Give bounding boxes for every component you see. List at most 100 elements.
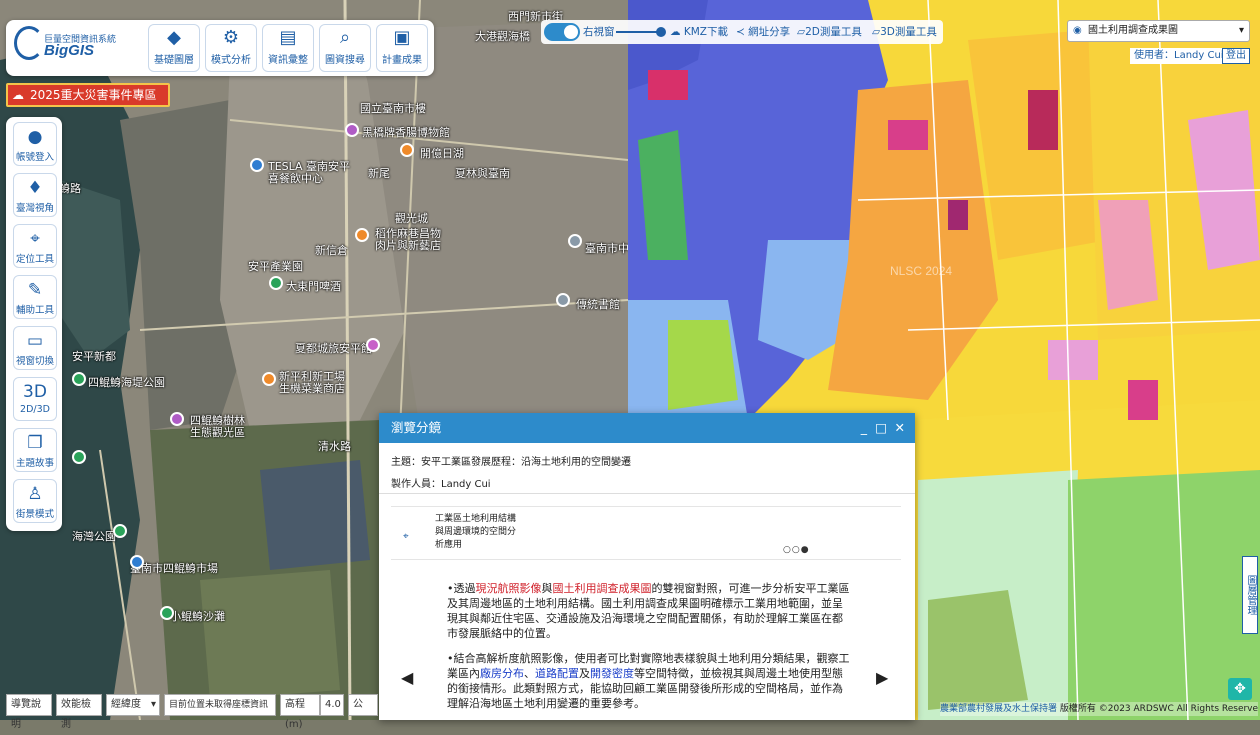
- poi-marker[interactable]: [400, 143, 414, 157]
- dialog-theme: 主題：安平工業區發展歷程：沿海土地利用的空間變遷: [391, 453, 631, 468]
- sidebar-button-label: 臺灣視角: [15, 203, 54, 214]
- share-url-label: 網址分享: [748, 26, 791, 38]
- map-label: 夏林與臺南: [455, 167, 510, 180]
- poi-marker[interactable]: [113, 524, 127, 538]
- map-label: 海灣公園: [72, 530, 116, 543]
- map-label: 生機菜業商店: [279, 382, 345, 395]
- toolbar-button-label: 資訊彙整: [268, 55, 308, 66]
- layer-select[interactable]: ◉ 國土利用調查成果圖 ▾: [1067, 20, 1250, 42]
- chevron-down-icon: ▾: [150, 699, 156, 710]
- divider: [379, 493, 915, 494]
- sidebar-button[interactable]: ▭ 視窗切換: [13, 326, 57, 370]
- poi-marker[interactable]: [160, 606, 174, 620]
- locate-icon: ⌖: [30, 229, 40, 249]
- story-icon: ❐: [27, 433, 43, 453]
- cloud-download-icon: ☁: [670, 26, 681, 38]
- map-label: 大港觀海橋: [475, 30, 530, 43]
- right-window-label: 右視窗: [583, 26, 615, 38]
- highlight-landuse: 國土利用調查成果圖: [552, 582, 652, 595]
- story-paragraph-2: •結合高解析度航照影像，使用者可比對實際地表樣貌與土地利用分類結果，觀察工業區內…: [447, 651, 853, 711]
- sidebar-button[interactable]: ♙ 街景模式: [13, 479, 57, 523]
- sidebar-button[interactable]: ♦ 臺灣視角: [13, 173, 57, 217]
- share-url-button[interactable]: ≺ 網址分享: [736, 24, 790, 39]
- map-label: 四鯤鯓海堤公園: [88, 376, 165, 389]
- poi-marker[interactable]: [170, 412, 184, 426]
- logout-button[interactable]: 登出: [1222, 48, 1250, 64]
- poi-marker[interactable]: [355, 228, 369, 242]
- sidebar-button-label: 帳號登入: [15, 152, 54, 163]
- taiwan-icon: ♦: [27, 178, 43, 198]
- slide-dots[interactable]: ○○●: [783, 545, 810, 555]
- right-window-toggle[interactable]: [544, 23, 580, 41]
- poi-marker[interactable]: [250, 158, 264, 172]
- toolbar-button[interactable]: ⚙ 模式分析: [205, 24, 257, 72]
- coord-type-value: 經緯度: [111, 699, 141, 710]
- toolbar-button[interactable]: ▤ 資訊彙整: [262, 24, 314, 72]
- sidebar-button-label: 街景模式: [15, 509, 54, 520]
- poi-marker[interactable]: [366, 338, 380, 352]
- guide-button[interactable]: 導覽說明: [6, 694, 52, 730]
- measure-2d-button[interactable]: ▱2D測量工具: [797, 24, 862, 39]
- sidebar-button[interactable]: ✎ 輔助工具: [13, 275, 57, 319]
- sidebar-button[interactable]: ❐ 主題故事: [13, 428, 57, 472]
- window-switch-icon: ▭: [26, 331, 44, 351]
- slider-handle[interactable]: [656, 27, 666, 37]
- map-label: 安平產業園: [248, 260, 303, 273]
- disaster-banner-label: 2025重大災害事件專區: [30, 88, 157, 102]
- map-label: 清水路: [318, 440, 351, 453]
- coord-type-select[interactable]: 經緯度 ▾: [106, 694, 160, 716]
- logo-icon: [14, 26, 44, 60]
- ruler-icon: ▱: [872, 26, 881, 38]
- map-label: 傳統書館: [576, 298, 620, 311]
- close-icon[interactable]: ✕: [895, 413, 905, 443]
- layer-manage-tab[interactable]: 圖層管理: [1242, 556, 1258, 634]
- poi-marker[interactable]: [130, 555, 144, 569]
- copyright-org[interactable]: 農業部農村發展及水土保持署: [940, 704, 1057, 714]
- disaster-banner-button[interactable]: ☁ 2025重大災害事件專區: [6, 83, 170, 107]
- sidebar-button[interactable]: 3D 2D/3D: [13, 377, 57, 421]
- toolbar-button-label: 模式分析: [211, 55, 251, 66]
- poi-marker[interactable]: [556, 293, 570, 307]
- story-card[interactable]: ⌖ 工業區土地利用結構與周邊環境的空間分析應用 ○○●: [391, 506, 901, 560]
- poi-marker[interactable]: [568, 234, 582, 248]
- highlight-density: 開發密度: [590, 667, 634, 680]
- sidebar-button[interactable]: ⌖ 定位工具: [13, 224, 57, 268]
- text-run: •透過: [447, 582, 476, 595]
- toolbar-button[interactable]: ⌕ 圖資搜尋: [319, 24, 371, 72]
- opacity-slider[interactable]: [616, 27, 666, 37]
- map-label: 新尾: [368, 167, 390, 180]
- project-results-icon: ▣: [393, 27, 411, 48]
- maximize-icon[interactable]: □: [875, 413, 887, 443]
- poi-marker[interactable]: [269, 276, 283, 290]
- layers-icon: ◆: [167, 27, 181, 48]
- performance-button[interactable]: 效能檢測: [56, 694, 102, 730]
- analysis-icon: ⚙: [222, 27, 240, 48]
- expand-icon[interactable]: ✥: [1228, 678, 1252, 700]
- poi-marker[interactable]: [72, 450, 86, 464]
- toolbar-button[interactable]: ◆ 基礎圖層: [148, 24, 200, 72]
- minimize-icon[interactable]: _: [861, 413, 867, 443]
- ruler-icon: ▱: [797, 26, 806, 38]
- poi-marker[interactable]: [345, 123, 359, 137]
- toolbar-button-label: 計畫成果: [382, 55, 422, 66]
- text-run: 與: [541, 582, 553, 595]
- poi-marker[interactable]: [262, 372, 276, 386]
- story-dialog: 瀏覽分鏡 _ □ ✕ 主題：安平工業區發展歷程：沿海土地利用的空間變遷 製作人員…: [379, 413, 915, 720]
- kmz-download-button[interactable]: ☁ KMZ下載: [670, 24, 728, 39]
- user-label: 使用者：: [1134, 50, 1174, 61]
- share-icon: ≺: [736, 26, 745, 38]
- bottom-extra: 公: [348, 694, 378, 716]
- next-arrow-icon[interactable]: ▶: [876, 668, 888, 687]
- poi-marker[interactable]: [72, 372, 86, 386]
- prev-arrow-icon[interactable]: ◀: [401, 668, 413, 687]
- map-label: 生態觀光區: [190, 426, 245, 439]
- map-label: 國立臺南市樓: [360, 102, 426, 115]
- map-label: 小鯤鯓沙灘: [170, 610, 225, 623]
- measure-3d-button[interactable]: ▱3D測量工具: [872, 24, 937, 39]
- author-name: Landy Cui: [441, 479, 491, 490]
- sidebar-button-label: 視窗切換: [15, 356, 54, 367]
- sidebar-button[interactable]: ● 帳號登入: [13, 122, 57, 166]
- toolbar-button[interactable]: ▣ 計畫成果: [376, 24, 428, 72]
- highlight-factory: 廠房分布: [480, 667, 524, 680]
- author-label: 製作人員：: [391, 479, 441, 490]
